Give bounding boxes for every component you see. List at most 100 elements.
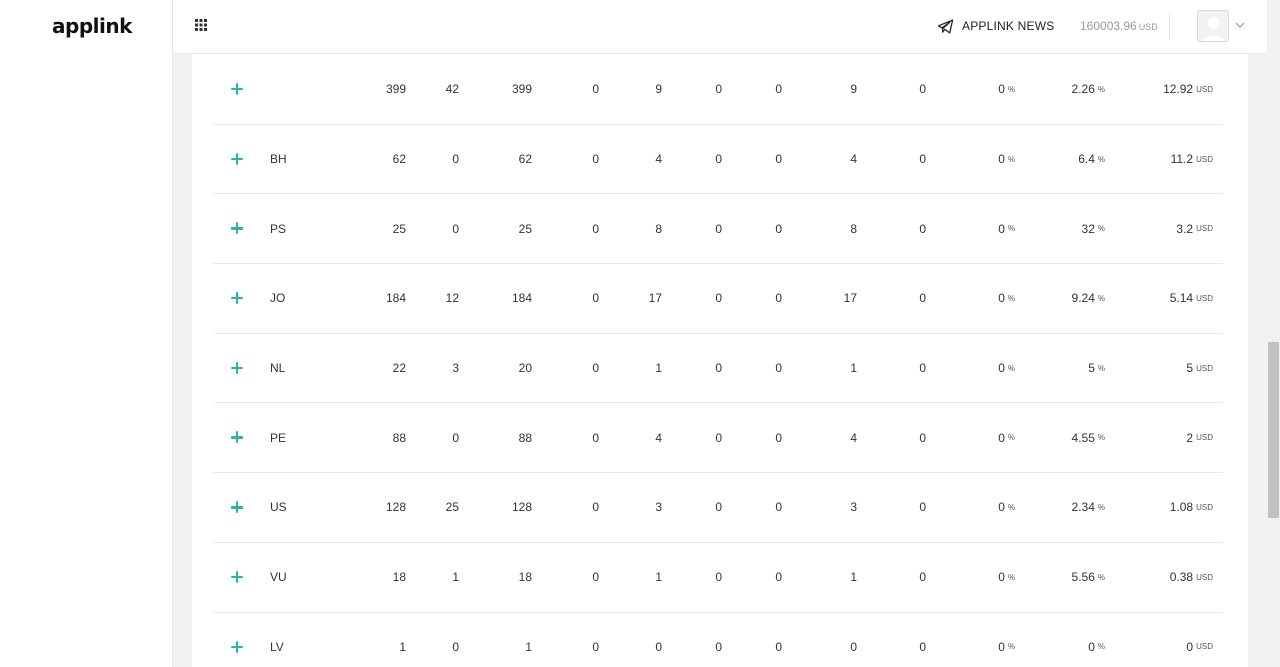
top-header: APPLINK NEWS 160003.96 USD <box>173 0 1267 54</box>
cell-value: 11.2 <box>1170 152 1194 167</box>
cell-c8: 1 <box>850 334 857 403</box>
country-code: JO <box>270 291 286 306</box>
cell-value: 3 <box>850 500 857 515</box>
cell-pct1: 0% <box>998 55 1015 124</box>
cell-c9: 0 <box>919 473 926 542</box>
expand-plus-icon[interactable] <box>231 292 243 305</box>
apps-grid-icon[interactable] <box>195 19 207 31</box>
cell-c8: 9 <box>850 55 857 124</box>
cell-c5: 1 <box>655 334 662 403</box>
cell-c3: 184 <box>512 264 532 333</box>
logo[interactable]: applink <box>52 14 132 38</box>
user-avatar-icon[interactable] <box>1197 10 1229 42</box>
scrollbar-thumb[interactable] <box>1268 342 1279 518</box>
cell-unit: USD <box>1196 572 1213 582</box>
country-code: NL <box>270 361 286 376</box>
cell-c8: 1 <box>850 543 857 612</box>
scrollbar-track[interactable] <box>1267 0 1280 667</box>
cell-c3: 25 <box>519 194 532 263</box>
cell-c1: 1 <box>399 613 406 667</box>
expand-plus-icon[interactable] <box>231 640 243 653</box>
cell-c5: 4 <box>655 403 662 472</box>
cell-value: 4 <box>655 430 662 445</box>
cell-c9: 0 <box>919 403 926 472</box>
cell-value: 0 <box>1088 639 1095 654</box>
cell-value: 0 <box>715 221 722 236</box>
cell-c1: 88 <box>393 403 406 472</box>
cell-value: 2.34 <box>1071 500 1095 515</box>
cell-c7: 0 <box>775 125 782 194</box>
cell-value: 0 <box>998 361 1005 376</box>
expand-plus-icon[interactable] <box>231 501 243 514</box>
cell-value: 88 <box>392 430 406 445</box>
table-row: US 128 25 128 0 3 0 0 3 0 0% 2.34% 1.08 USD <box>213 473 1223 543</box>
cell-value: 12 <box>445 291 459 306</box>
cell-pct1: 0% <box>998 125 1015 194</box>
cell-c4: 0 <box>592 334 599 403</box>
cell-unit: % <box>1007 502 1015 512</box>
expand-plus-icon[interactable] <box>231 361 243 374</box>
cell-value: 0 <box>592 570 599 585</box>
cell-c7: 0 <box>775 55 782 124</box>
cell-value: 0 <box>715 639 722 654</box>
cell-value: 0 <box>775 152 782 167</box>
cell-pct1: 0% <box>998 473 1015 542</box>
cell-value: 62 <box>392 152 406 167</box>
cell-c9: 0 <box>919 55 926 124</box>
cell-value: 0 <box>592 361 599 376</box>
balance-currency: USD <box>1138 22 1158 32</box>
cell-c6: 0 <box>715 194 722 263</box>
cell-value: 0 <box>775 291 782 306</box>
cell-value: 5 <box>1186 361 1194 376</box>
cell-c4: 0 <box>592 194 599 263</box>
cell-value: 0 <box>452 430 459 445</box>
expand-plus-icon[interactable] <box>231 83 243 95</box>
cell-unit: % <box>1097 224 1105 234</box>
cell-value: 9 <box>850 82 857 97</box>
cell-c3: 20 <box>519 334 532 403</box>
cell-c6: 0 <box>715 613 722 667</box>
cell-value: 1 <box>655 570 662 585</box>
cell-value: 0 <box>919 639 926 654</box>
cell-unit: USD <box>1196 293 1213 303</box>
cell-c1: 18 <box>393 543 406 612</box>
news-link[interactable]: APPLINK NEWS <box>937 16 1054 36</box>
table-row: LV 1 0 1 0 0 0 0 0 0 0% 0% 0 USD <box>213 613 1223 667</box>
account-balance: 160003.96 USD <box>1080 19 1158 33</box>
chevron-down-icon[interactable] <box>1235 20 1245 30</box>
table-row: BH 62 0 62 0 4 0 0 4 0 0% 6.4% 11.2 USD <box>213 125 1223 195</box>
cell-unit: % <box>1007 433 1015 443</box>
cell-value: 42 <box>445 82 459 97</box>
expand-plus-icon[interactable] <box>231 431 243 444</box>
cell-value: 0 <box>592 82 599 97</box>
cell-c4: 0 <box>592 264 599 333</box>
cell-c3: 88 <box>519 403 532 472</box>
cell-value: 4 <box>850 430 857 445</box>
cell-c9: 0 <box>919 613 926 667</box>
cell-value: 18 <box>518 570 532 585</box>
expand-plus-icon[interactable] <box>231 570 243 583</box>
cell-value: 0 <box>775 500 782 515</box>
cell-c4: 0 <box>592 473 599 542</box>
cell-usd: 5.14 USD <box>1170 264 1213 333</box>
cell-value: 20 <box>518 361 532 376</box>
header-divider <box>1169 12 1170 40</box>
cell-c7: 0 <box>775 334 782 403</box>
cell-pct1: 0% <box>998 264 1015 333</box>
cell-value: 0 <box>919 430 926 445</box>
cell-value: 0 <box>998 152 1005 167</box>
cell-value: 0 <box>715 82 722 97</box>
expand-plus-icon[interactable] <box>231 222 243 235</box>
cell-value: 0 <box>919 291 926 306</box>
cell-value: 0 <box>715 570 722 585</box>
cell-value: 0 <box>592 291 599 306</box>
cell-c9: 0 <box>919 543 926 612</box>
cell-value: 6.4 <box>1078 152 1095 167</box>
cell-value: 5.14 <box>1169 291 1194 306</box>
cell-value: 1 <box>525 639 532 654</box>
news-label: APPLINK NEWS <box>962 19 1055 33</box>
cell-c5: 9 <box>655 55 662 124</box>
expand-plus-icon[interactable] <box>231 152 243 165</box>
cell-value: 1 <box>850 570 857 585</box>
cell-c4: 0 <box>592 55 599 124</box>
